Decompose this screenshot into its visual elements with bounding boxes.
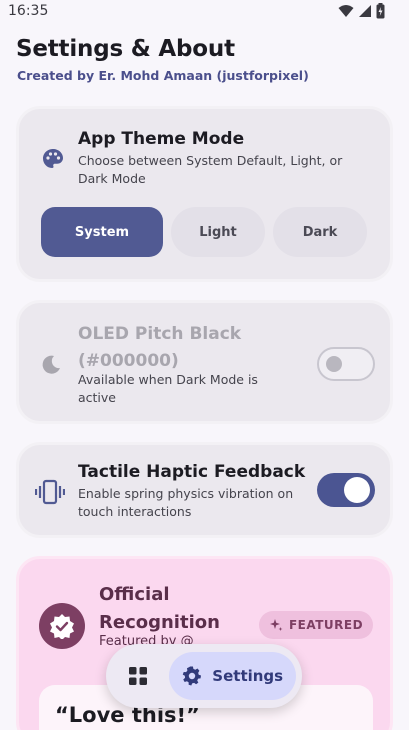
theme-mode-card: App Theme Mode Choose between System Def… xyxy=(16,106,393,282)
moon-icon xyxy=(37,351,65,379)
grid-icon xyxy=(128,667,147,685)
oled-black-title: OLED Pitch Black (#000000) xyxy=(78,324,242,371)
oled-black-toggle[interactable] xyxy=(317,347,375,381)
toggle-knob xyxy=(344,477,370,503)
palette-icon xyxy=(39,145,67,173)
haptic-feedback-description: Enable spring physics vibration on touch… xyxy=(78,486,294,519)
vibration-icon xyxy=(35,477,65,507)
nav-settings-label: Settings xyxy=(212,667,284,685)
cell-signal-icon xyxy=(359,5,371,17)
oled-black-card: OLED Pitch Black (#000000) Available whe… xyxy=(16,300,393,424)
wifi-icon xyxy=(338,5,354,17)
status-icons xyxy=(338,3,385,19)
gear-icon xyxy=(183,666,202,686)
bottom-navigation: Settings xyxy=(106,644,302,708)
theme-segmented-control: System Light Dark xyxy=(41,207,367,257)
page-subtitle: Created by Er. Mohd Amaan (justforpixel) xyxy=(17,68,309,83)
theme-mode-title: App Theme Mode xyxy=(78,129,245,149)
oled-black-description: Available when Dark Mode is active xyxy=(78,372,258,405)
theme-option-dark[interactable]: Dark xyxy=(273,207,367,257)
page-title: Settings & About xyxy=(16,36,235,62)
haptic-feedback-title: Tactile Haptic Feedback xyxy=(78,462,306,482)
theme-option-system[interactable]: System xyxy=(41,207,163,257)
theme-option-light[interactable]: Light xyxy=(171,207,265,257)
status-bar: 16:35 xyxy=(0,0,409,22)
featured-chip-label: FEATURED xyxy=(288,618,364,632)
nav-settings-button[interactable]: Settings xyxy=(169,652,296,700)
status-time: 16:35 xyxy=(8,3,49,19)
sparkle-icon xyxy=(269,619,283,631)
recognition-title: Official Recognition xyxy=(99,584,220,633)
verified-badge-icon xyxy=(39,603,85,649)
nav-home-button[interactable] xyxy=(112,650,163,702)
theme-mode-description: Choose between System Default, Light, or… xyxy=(78,153,343,186)
toggle-knob xyxy=(326,356,342,372)
featured-chip: FEATURED xyxy=(259,611,373,639)
haptic-feedback-toggle[interactable] xyxy=(317,473,375,507)
battery-icon xyxy=(376,3,385,19)
haptic-feedback-card: Tactile Haptic Feedback Enable spring ph… xyxy=(16,442,393,538)
